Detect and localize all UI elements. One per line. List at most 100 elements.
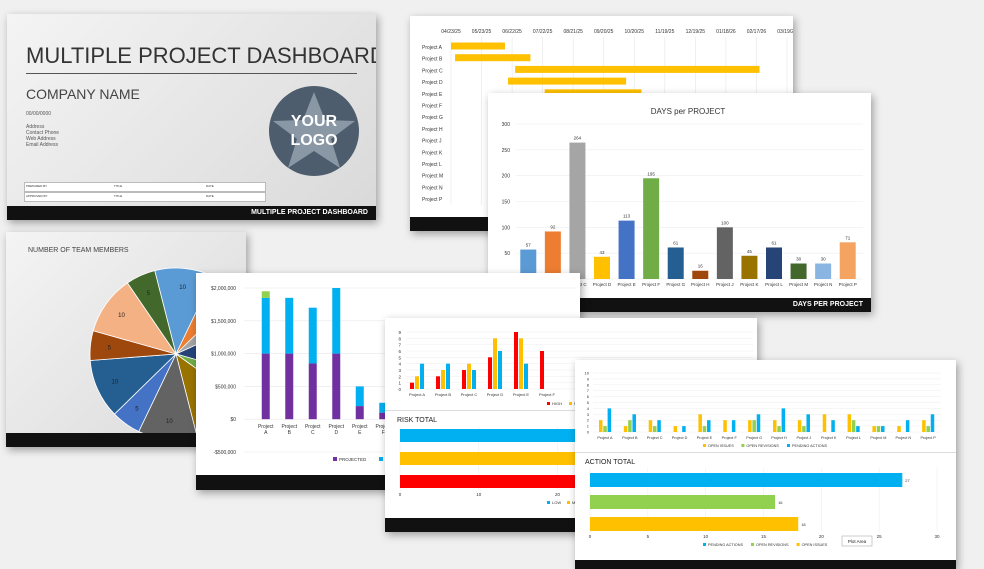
action-bar-pending-actions <box>607 408 612 432</box>
gantt-category-label: Project L <box>422 162 442 168</box>
logo-badge: YOUR LOGO <box>269 86 359 176</box>
action-bar-open-revisions <box>876 426 881 432</box>
action-total-title: ACTION TOTAL <box>585 459 635 466</box>
action-total-data-label: 16 <box>778 500 783 505</box>
action-total-legend-label: OPEN REVISIONS <box>756 543 789 547</box>
gantt-x-tick: 11/19/25 <box>655 29 674 35</box>
action-bar-pending-actions <box>731 420 736 432</box>
days-y-tick: 300 <box>502 122 511 128</box>
days-bar-project-d <box>594 256 610 279</box>
gantt-category-label: Project K <box>422 150 443 156</box>
cover-date: 00/00/0000 <box>26 111 52 117</box>
days-bar-project-h <box>692 270 709 279</box>
risk-bar-high <box>540 351 544 389</box>
action-bar-open-issues <box>897 426 901 432</box>
days-data-label: 61 <box>673 240 679 245</box>
action-bar-open-issues <box>698 414 702 432</box>
action-y-tick: 7 <box>587 388 590 393</box>
action-bar-open-revisions <box>926 426 930 432</box>
risk-x-tick: Project E <box>513 392 530 397</box>
risk-bar-low <box>446 363 450 389</box>
action-bar-open-revisions <box>777 426 781 432</box>
budget-x-tick: E <box>358 430 362 436</box>
days-data-label: 57 <box>526 243 532 248</box>
action-x-tick: Project B <box>622 436 638 440</box>
action-x-tick: Project G <box>746 436 762 440</box>
action-bar-pending-actions <box>682 426 686 432</box>
risk-total-legend-swatch <box>547 501 550 504</box>
days-bar-project-p <box>839 242 856 279</box>
action-bar-open-revisions <box>702 426 707 432</box>
gantt-category-label: Project D <box>422 80 443 86</box>
action-total-bar-pending-actions <box>590 473 903 487</box>
action-total-x-tick: 20 <box>819 534 825 539</box>
days-x-tick: Project N <box>814 282 833 287</box>
contact-block: Address Contact Phone Web Address Email … <box>26 124 59 148</box>
risk-bar-low <box>420 363 424 389</box>
risk-bar-m <box>441 370 445 389</box>
action-total-x-tick: 5 <box>647 534 650 539</box>
action-x-tick: Project M <box>870 436 886 440</box>
gantt-x-tick: 07/22/25 <box>533 29 553 35</box>
action-x-tick: Project K <box>821 436 837 440</box>
cover-card: MULTIPLE PROJECT DASHBOARD COMPANY NAME … <box>7 14 376 220</box>
risk-bar-m <box>415 376 419 389</box>
gantt-x-tick: 05/23/25 <box>472 29 492 35</box>
company-name: COMPANY NAME <box>26 86 140 102</box>
days-data-label: 100 <box>721 220 729 225</box>
budget-bar-ac <box>285 297 294 354</box>
action-bar-open-issues <box>872 426 876 432</box>
gantt-x-tick: 08/21/25 <box>563 29 583 35</box>
action-bar-pending-actions <box>806 414 810 432</box>
action-y-tick: 10 <box>585 371 590 376</box>
logo-text-2: LOGO <box>290 132 338 149</box>
action-y-tick: 4 <box>587 406 590 411</box>
days-x-tick: Project L <box>765 282 783 287</box>
risk-x-tick: Project D <box>487 392 504 397</box>
gantt-category-label: Project P <box>422 197 443 203</box>
action-total-legend-label: OPEN ISSUES <box>802 543 828 547</box>
action-bar-open-issues <box>648 420 653 432</box>
days-x-tick: Project D <box>593 282 612 287</box>
risk-x-tick: Project C <box>461 392 478 397</box>
gantt-bar <box>508 77 627 85</box>
action-bar-open-issues <box>773 420 777 432</box>
action-x-tick: Project F <box>722 436 738 440</box>
risk-y-tick: 5 <box>398 355 401 360</box>
action-legend-swatch <box>787 444 790 447</box>
action-x-tick: Project H <box>771 436 787 440</box>
budget-y-tick: $2,000,000 <box>211 286 236 292</box>
days-bar-project-g <box>667 247 684 279</box>
action-legend-label: OPEN ISSUES <box>708 444 734 448</box>
risk-y-tick: 3 <box>398 368 401 373</box>
action-bar-pending-actions <box>881 426 885 432</box>
risk-x-tick: Project F <box>539 392 556 397</box>
action-card: 10 9 8 7 6 5 4 3 2 1 0 Project A Project B Project CP… <box>575 360 956 569</box>
days-data-label: 30 <box>796 257 802 262</box>
action-total-legend-swatch <box>703 543 706 546</box>
days-bar-project-l <box>766 247 782 279</box>
form-label-title: TITLE <box>114 184 123 188</box>
action-footer <box>575 560 956 569</box>
days-data-label: 30 <box>821 257 827 262</box>
budget-x-tick: D <box>334 430 338 436</box>
action-bar-open-revisions <box>628 420 632 432</box>
days-bar-project-k <box>741 255 758 279</box>
action-bar-open-revisions <box>653 426 657 432</box>
action-bar-open-issues <box>922 420 926 432</box>
risk-total-title: RISK TOTAL <box>397 417 437 424</box>
action-total-bar-open-issues <box>590 517 799 531</box>
action-bar-pending-actions <box>632 414 636 432</box>
action-total-x-tick: 10 <box>703 534 709 539</box>
risk-bar-low <box>524 363 528 389</box>
risk-legend-swatch <box>569 402 572 405</box>
form-label-approved: APPROVED BY <box>26 194 48 198</box>
budget-x-tick: C <box>311 430 315 436</box>
action-bar-open-revisions <box>802 426 806 432</box>
budget-bar-projected <box>261 353 270 420</box>
cover-title: MULTIPLE PROJECT DASHBOARD <box>26 43 376 68</box>
plot-area-tooltip: Plot Area <box>848 539 867 544</box>
risk-bar-low <box>472 370 476 389</box>
budget-y-tick: $500,000 <box>215 384 236 390</box>
gantt-category-label: Project J <box>422 139 442 145</box>
